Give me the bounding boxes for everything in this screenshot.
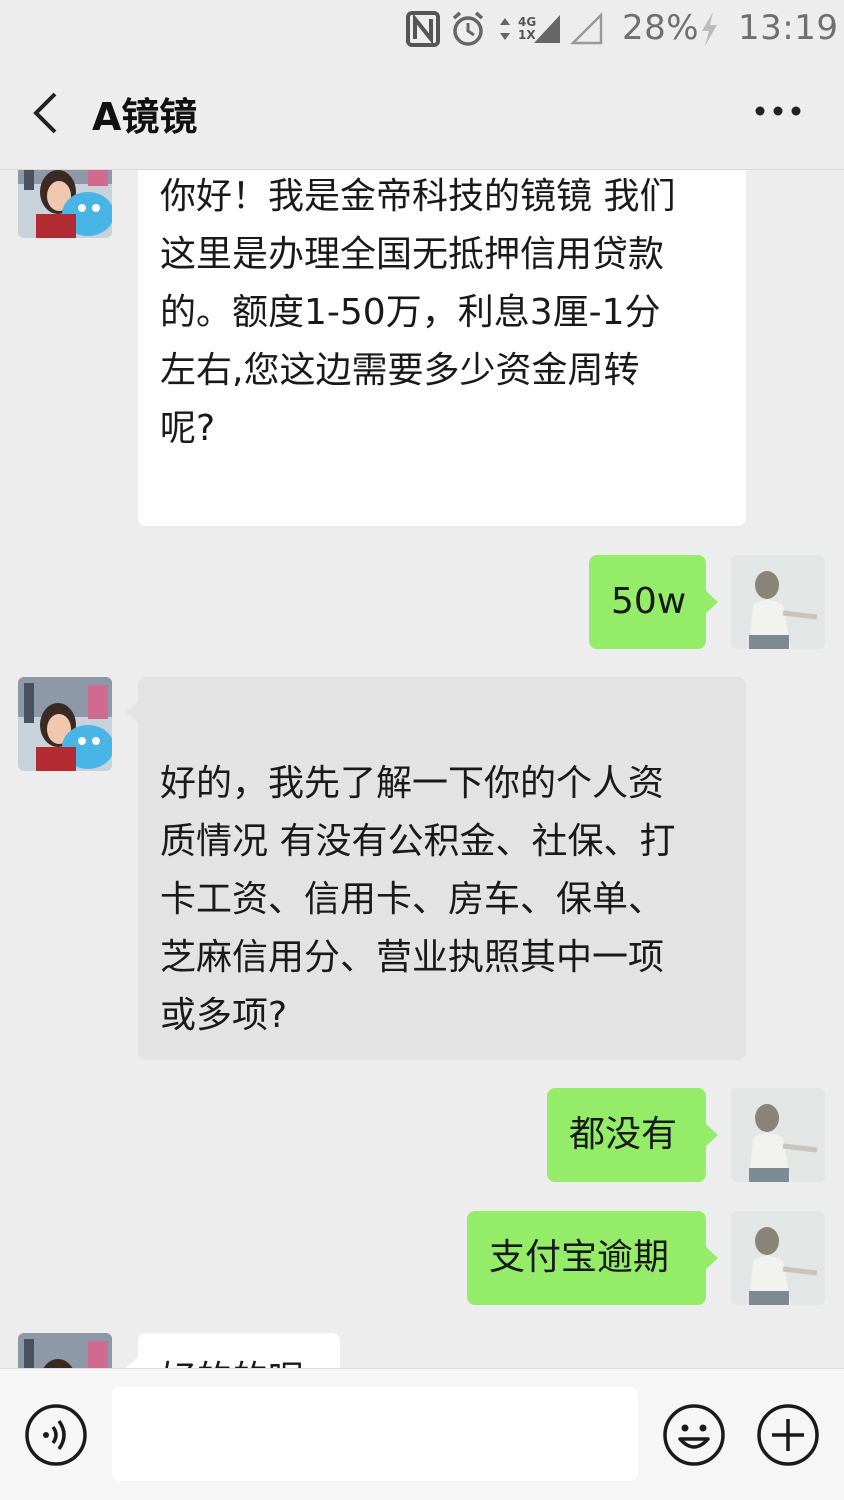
message-text: 好的的呢	[160, 1351, 340, 1368]
my-avatar[interactable]	[731, 555, 825, 649]
message-text: 好的，我先了解一下你的个人资 质情况 有没有公积金、社保、打 卡工资、信用卡、房…	[160, 763, 676, 1036]
message-text: 都没有	[569, 1114, 678, 1155]
battery-percent: 28%	[622, 8, 700, 48]
clock-time: 13:19	[738, 8, 839, 48]
message-text: 支付宝逾期	[489, 1237, 670, 1278]
message-list[interactable]: 你好！我是金帝科技的镜镜 我们 这里是办理全国无抵押信用贷款 的。额度1-50万…	[0, 170, 844, 1368]
message-input[interactable]	[112, 1387, 638, 1481]
signal-empty-icon	[570, 10, 604, 48]
chat-title: A镜镜	[92, 95, 198, 139]
bubble-tail	[705, 590, 718, 614]
data-arrows-icon	[498, 10, 512, 48]
message-bubble-incoming[interactable]: 好的，我先了解一下你的个人资 质情况 有没有公积金、社保、打 卡工资、信用卡、房…	[126, 677, 746, 1060]
bubble-tail	[705, 1123, 718, 1147]
more-button[interactable]	[748, 96, 808, 126]
message-text: 50w	[611, 581, 687, 622]
my-avatar[interactable]	[731, 1211, 825, 1305]
bubble-tail	[126, 1356, 139, 1368]
message-text: 你好！我是金帝科技的镜镜 我们 这里是办理全国无抵押信用贷款 的。额度1-50万…	[160, 176, 676, 449]
chat-header: A镜镜	[0, 58, 844, 170]
alarm-icon	[450, 10, 486, 48]
message-bubble-outgoing[interactable]: 支付宝逾期	[467, 1211, 718, 1305]
message-bubble-incoming[interactable]: 你好！我是金帝科技的镜镜 我们 这里是办理全国无抵押信用贷款 的。额度1-50万…	[138, 170, 746, 526]
voice-button[interactable]	[24, 1403, 88, 1467]
my-avatar[interactable]	[731, 1088, 825, 1182]
message-bubble-outgoing[interactable]: 50w	[589, 555, 718, 649]
message-bubble-incoming[interactable]: 好的的呢	[126, 1333, 340, 1368]
signal-icon	[532, 10, 562, 48]
input-bar	[0, 1368, 844, 1500]
contact-avatar[interactable]	[18, 1333, 112, 1368]
message-bubble-outgoing[interactable]: 都没有	[547, 1088, 718, 1182]
emoji-icon	[663, 1404, 725, 1466]
back-arrow-icon	[33, 92, 57, 134]
more-dots-icon	[755, 106, 801, 116]
plus-icon	[757, 1404, 819, 1466]
bubble-tail	[126, 700, 139, 724]
charging-icon	[698, 10, 720, 48]
emoji-button[interactable]	[662, 1403, 726, 1467]
bubble-tail	[705, 1246, 718, 1270]
nfc-icon	[406, 10, 440, 48]
contact-avatar[interactable]	[18, 677, 112, 771]
back-button[interactable]	[22, 88, 72, 138]
voice-icon	[25, 1404, 87, 1466]
more-actions-button[interactable]	[756, 1403, 820, 1467]
contact-avatar[interactable]	[18, 170, 112, 238]
status-bar: 4G 1X 28% 13:19	[0, 0, 844, 58]
